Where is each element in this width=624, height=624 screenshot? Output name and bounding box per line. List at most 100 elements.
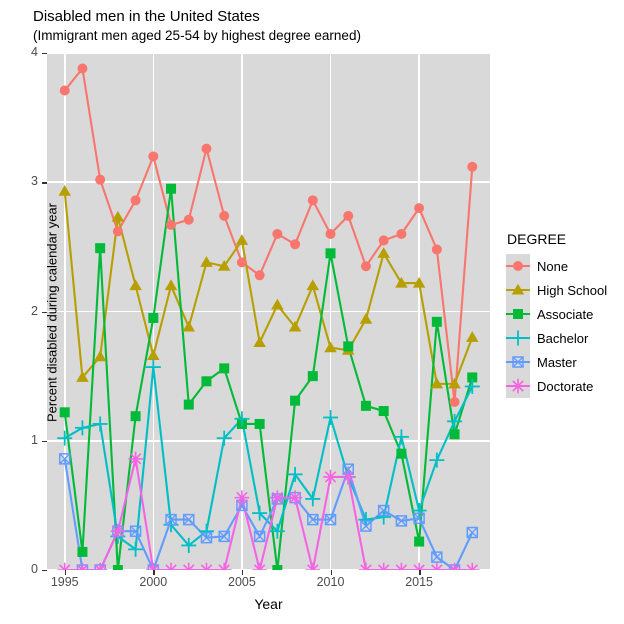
data-point-asterisk xyxy=(394,562,409,570)
data-point-square xyxy=(148,312,159,323)
data-point-asterisk xyxy=(110,523,126,539)
legend-item-associate[interactable]: Associate xyxy=(506,302,607,326)
legend-label-none: None xyxy=(537,258,569,274)
x-tick-label: 2000 xyxy=(139,575,168,589)
data-point-asterisk xyxy=(163,562,179,570)
data-point-triangle xyxy=(253,336,266,348)
legend-items: None High School Associate Bachelor Master Do… xyxy=(506,254,607,398)
x-tick-mark xyxy=(64,570,67,575)
data-point-square xyxy=(307,371,318,382)
data-point-square xyxy=(513,309,523,319)
data-point-asterisk xyxy=(181,562,197,570)
data-point-circle xyxy=(254,270,265,281)
data-point-circle xyxy=(378,235,389,246)
x-tick-label: 2005 xyxy=(228,575,256,589)
data-point-asterisk xyxy=(234,490,250,505)
data-point-circle xyxy=(219,210,230,221)
legend-label-master: Master xyxy=(537,354,577,370)
x-tick-mark xyxy=(419,570,421,575)
x-tick-mark xyxy=(153,570,155,575)
legend: DEGREE None High School Associate Bachelor M… xyxy=(506,231,607,398)
square-x-icon xyxy=(506,350,530,374)
data-point-triangle xyxy=(58,185,71,196)
circle-icon xyxy=(506,254,530,278)
data-point-square-x xyxy=(253,530,266,543)
y-tick-label: 3 xyxy=(31,174,38,189)
data-point-square xyxy=(77,546,88,557)
triangle-icon xyxy=(506,278,530,302)
data-point-asterisk xyxy=(323,469,338,485)
data-point-square xyxy=(343,341,354,352)
data-point-square xyxy=(130,411,141,422)
data-point-triangle xyxy=(129,279,142,291)
data-point-plus xyxy=(145,359,161,375)
data-point-asterisk xyxy=(510,378,526,394)
x-tick-label: 2010 xyxy=(316,575,345,589)
data-point-triangle xyxy=(324,341,337,353)
data-point-asterisk xyxy=(216,562,232,570)
data-point-circle xyxy=(59,85,70,96)
data-point-circle xyxy=(201,143,212,154)
y-axis-title: Percent disabled during calendar year xyxy=(44,203,60,422)
legend-item-high-school[interactable]: High School xyxy=(506,278,607,302)
data-point-triangle xyxy=(359,313,373,324)
data-point-square xyxy=(272,565,283,570)
legend-title: DEGREE xyxy=(507,231,567,247)
legend-item-master[interactable]: Master xyxy=(506,350,607,374)
data-point-triangle xyxy=(200,256,213,267)
data-point-square xyxy=(112,565,123,570)
data-point-square xyxy=(201,376,212,387)
data-point-square xyxy=(414,536,425,547)
data-point-square xyxy=(325,248,336,259)
x-tick-mark xyxy=(241,570,244,575)
series-markers-high-school xyxy=(58,185,479,389)
data-point-square xyxy=(166,183,177,194)
x-tick-label: 2015 xyxy=(405,575,434,589)
plus-icon xyxy=(506,326,530,350)
data-point-asterisk xyxy=(252,562,267,570)
data-point-circle xyxy=(236,257,247,268)
data-point-square xyxy=(449,429,460,440)
legend-item-bachelor[interactable]: Bachelor xyxy=(506,326,607,350)
data-point-plus xyxy=(74,420,90,436)
data-point-square xyxy=(378,406,389,417)
x-tick-label: 1995 xyxy=(50,575,79,589)
data-point-circle xyxy=(325,228,336,239)
series-line-none xyxy=(63,66,474,403)
chart-title: Disabled men in the United States xyxy=(33,8,260,25)
data-point-asterisk xyxy=(128,451,143,467)
data-point-asterisk xyxy=(287,490,303,505)
data-point-triangle xyxy=(164,279,178,291)
y-tick-label: 4 xyxy=(31,45,38,59)
data-point-plus xyxy=(287,466,303,482)
data-point-circle xyxy=(130,195,141,206)
data-point-square xyxy=(431,316,442,327)
data-point-square xyxy=(59,407,70,418)
data-point-circle xyxy=(95,174,106,185)
data-point-circle xyxy=(290,239,301,250)
data-point-circle xyxy=(414,203,425,214)
data-point-circle xyxy=(513,261,523,271)
legend-item-none[interactable]: None xyxy=(506,254,607,278)
y-tick-mark xyxy=(42,570,47,572)
plot-panel xyxy=(47,53,490,570)
data-point-asterisk xyxy=(465,562,480,570)
data-point-circle xyxy=(396,228,407,239)
y-tick-mark xyxy=(42,53,47,55)
data-point-triangle xyxy=(306,279,320,291)
data-point-square-x xyxy=(431,551,443,563)
legend-label-associate: Associate xyxy=(537,306,594,322)
asterisk-icon xyxy=(506,374,530,398)
legend-label-doctorate: Doctorate xyxy=(537,378,594,394)
data-point-circle xyxy=(77,63,88,74)
data-point-triangle xyxy=(377,247,390,258)
data-point-square xyxy=(219,363,230,374)
data-point-circle xyxy=(166,219,177,230)
plot-svg xyxy=(57,63,480,570)
series-line-bachelor xyxy=(64,366,474,552)
data-point-circle xyxy=(183,214,194,225)
legend-label-high-school: High School xyxy=(537,282,608,298)
series-lines xyxy=(63,66,474,570)
legend-item-doctorate[interactable]: Doctorate xyxy=(506,374,607,398)
data-point-triangle xyxy=(466,331,479,342)
